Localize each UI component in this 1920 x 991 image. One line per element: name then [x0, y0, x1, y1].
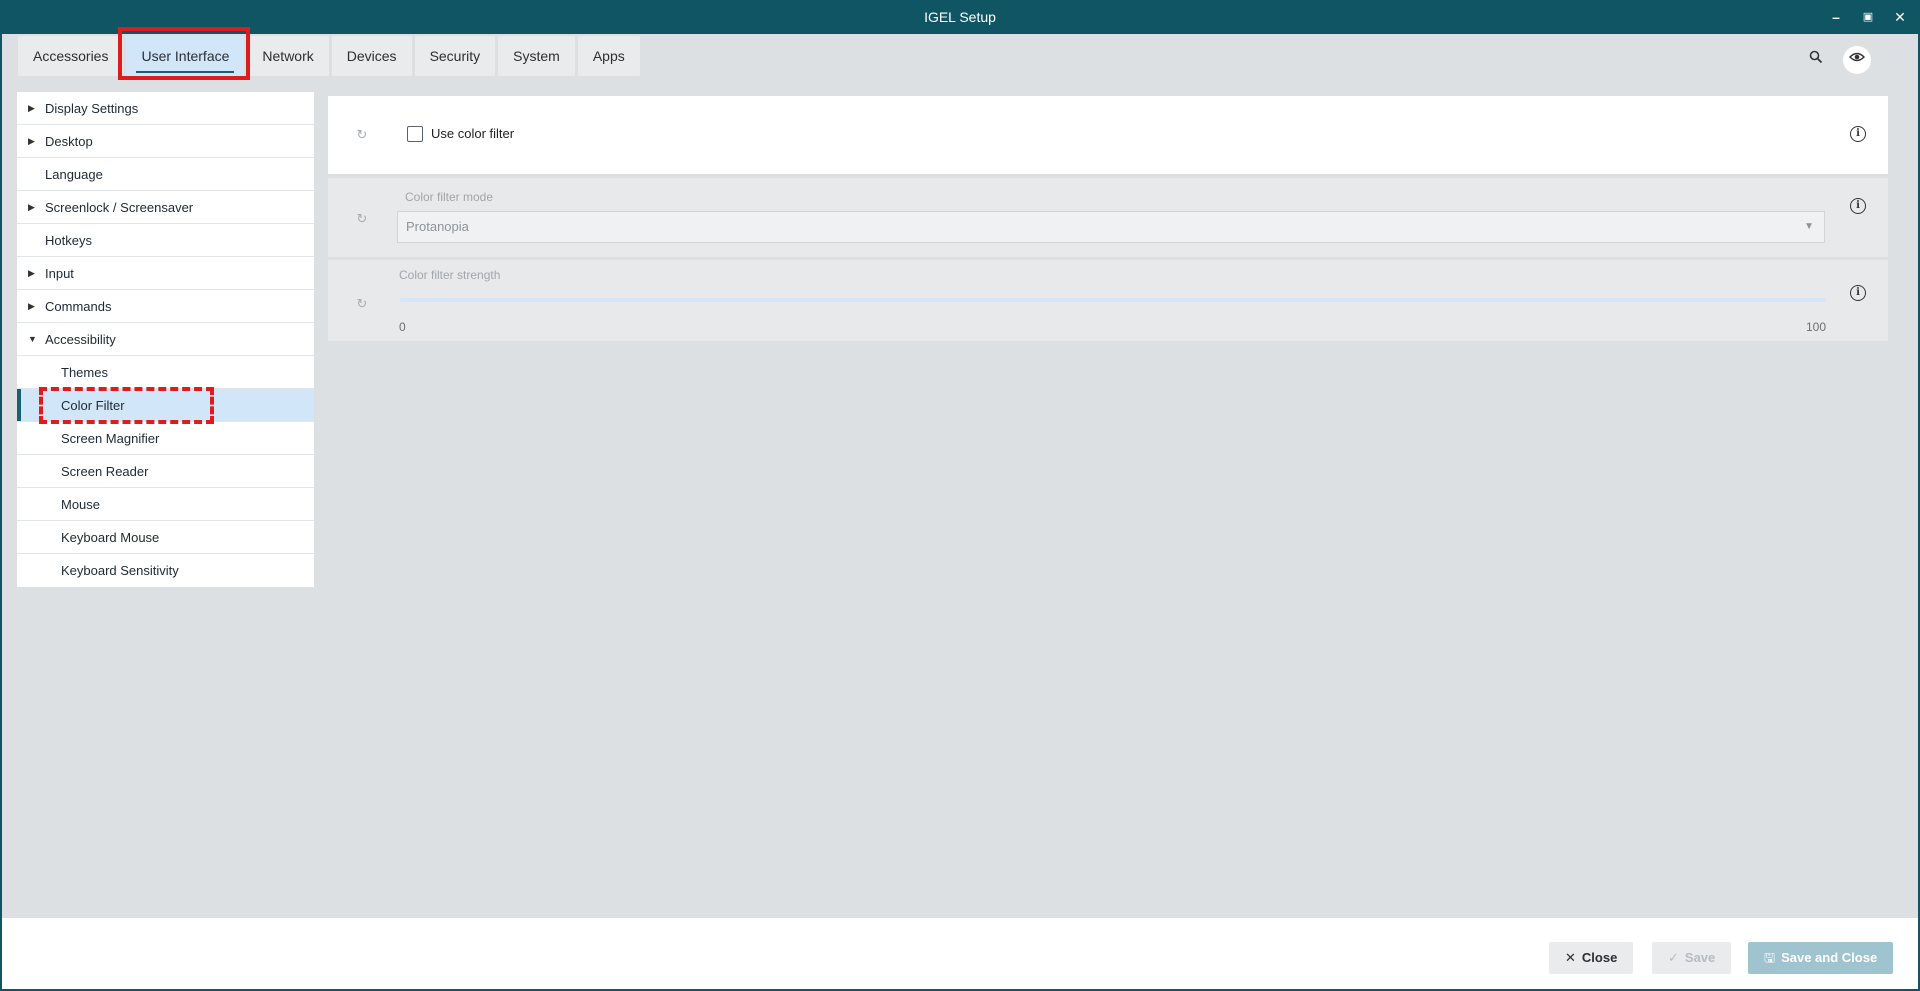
- restore-icon[interactable]: ▣: [1858, 7, 1878, 27]
- sidebar-item-label: Screen Magnifier: [61, 431, 160, 446]
- color-filter-strength-label: Color filter strength: [399, 268, 501, 282]
- minimize-icon[interactable]: –: [1826, 7, 1846, 27]
- chevron-down-icon: ▼: [28, 334, 37, 344]
- sidebar-item-screenlock[interactable]: ▶ Screenlock / Screensaver: [17, 191, 314, 224]
- checkmark-icon: ✓: [1668, 950, 1679, 965]
- sidebar-item-input[interactable]: ▶ Input: [17, 257, 314, 290]
- setting-color-filter-strength: ↻ Color filter strength 0 100 i: [328, 260, 1888, 341]
- tab-apps[interactable]: Apps: [577, 36, 640, 76]
- info-icon[interactable]: i: [1850, 285, 1866, 301]
- sidebar-item-language[interactable]: Language: [17, 158, 314, 191]
- tab-devices[interactable]: Devices: [331, 36, 412, 76]
- dropdown-caret-icon: ▼: [1804, 221, 1814, 232]
- slider-min-label: 0: [399, 320, 406, 334]
- close-x-icon: ✕: [1565, 950, 1576, 965]
- save-button[interactable]: ✓ Save: [1652, 942, 1732, 974]
- main-tabs: Accessories User Interface Network Devic…: [18, 36, 640, 76]
- setting-color-filter-mode: ↻ Color filter mode Protanopia ▼ i: [328, 178, 1888, 257]
- sidebar-item-keyboard-mouse[interactable]: Keyboard Mouse: [17, 521, 314, 554]
- save-and-close-label: Save and Close: [1781, 950, 1878, 965]
- sidebar-item-commands[interactable]: ▶ Commands: [17, 290, 314, 323]
- save-button-label: Save: [1684, 950, 1716, 965]
- sidebar-item-label: Themes: [61, 365, 108, 380]
- sidebar-item-accessibility[interactable]: ▼ Accessibility: [17, 323, 314, 356]
- sidebar-item-themes[interactable]: Themes: [17, 356, 314, 389]
- info-icon[interactable]: i: [1850, 198, 1866, 214]
- chevron-right-icon: ▶: [28, 136, 35, 146]
- chevron-right-icon: ▶: [28, 301, 35, 311]
- search-icon[interactable]: [1802, 46, 1830, 74]
- app-body: Accessories User Interface Network Devic…: [2, 27, 1918, 989]
- highlight-color-filter-item: [39, 387, 214, 424]
- tab-accessories[interactable]: Accessories: [18, 36, 124, 76]
- sidebar-item-label: Keyboard Mouse: [61, 530, 160, 545]
- sidebar: ▶ Display Settings ▶ Desktop Language ▶ Scr…: [17, 92, 314, 587]
- title-bar: IGEL Setup – ▣ ✕: [0, 0, 1920, 34]
- sidebar-item-label: Display Settings: [45, 101, 139, 116]
- sidebar-item-label: Commands: [45, 299, 112, 314]
- sidebar-item-label: Language: [45, 167, 103, 182]
- sidebar-item-hotkeys[interactable]: Hotkeys: [17, 224, 314, 257]
- use-color-filter-label: Use color filter: [431, 126, 515, 141]
- sidebar-item-screen-magnifier[interactable]: Screen Magnifier: [17, 422, 314, 455]
- floppy-disk-icon: 🖫: [1764, 950, 1776, 965]
- sidebar-item-mouse[interactable]: Mouse: [17, 488, 314, 521]
- tab-system[interactable]: System: [498, 36, 575, 76]
- tab-security[interactable]: Security: [414, 36, 496, 76]
- sidebar-item-label: Screen Reader: [61, 464, 149, 479]
- reset-icon[interactable]: ↻: [354, 127, 370, 143]
- use-color-filter-checkbox[interactable]: [407, 126, 423, 142]
- sidebar-item-label: Accessibility: [45, 332, 116, 347]
- sidebar-item-label: Mouse: [61, 497, 101, 512]
- close-icon[interactable]: ✕: [1890, 7, 1910, 27]
- sidebar-item-screen-reader[interactable]: Screen Reader: [17, 455, 314, 488]
- color-filter-strength-slider[interactable]: [400, 298, 1826, 302]
- sidebar-item-label: Input: [45, 266, 74, 281]
- sidebar-item-label: Screenlock / Screensaver: [45, 200, 194, 215]
- color-filter-mode-select[interactable]: Protanopia ▼: [397, 211, 1825, 243]
- sidebar-item-label: Hotkeys: [45, 233, 92, 248]
- chevron-right-icon: ▶: [28, 103, 35, 113]
- reset-icon[interactable]: ↻: [354, 211, 370, 227]
- highlight-user-interface-tab: [118, 27, 250, 80]
- footer-bar: ✕ Close ✓ Save 🖫 Save and Close: [2, 918, 1918, 989]
- tab-network[interactable]: Network: [247, 36, 329, 76]
- save-and-close-button[interactable]: 🖫 Save and Close: [1748, 942, 1894, 974]
- color-filter-mode-value: Protanopia: [406, 219, 469, 234]
- sidebar-item-desktop[interactable]: ▶ Desktop: [17, 125, 314, 158]
- sidebar-item-label: Keyboard Sensitivity: [61, 563, 179, 578]
- info-icon[interactable]: i: [1850, 126, 1866, 142]
- chevron-right-icon: ▶: [28, 202, 35, 212]
- close-button[interactable]: ✕ Close: [1549, 942, 1634, 974]
- window-title: IGEL Setup: [924, 9, 996, 25]
- eye-settings-icon[interactable]: [1843, 46, 1871, 74]
- setting-use-color-filter: ↻ Use color filter i: [328, 96, 1888, 174]
- color-filter-mode-label: Color filter mode: [405, 190, 494, 204]
- sidebar-item-display-settings[interactable]: ▶ Display Settings: [17, 92, 314, 125]
- slider-max-label: 100: [1806, 320, 1827, 334]
- reset-icon[interactable]: ↻: [354, 296, 370, 312]
- sidebar-item-label: Desktop: [45, 134, 93, 149]
- chevron-right-icon: ▶: [28, 268, 35, 278]
- close-button-label: Close: [1581, 950, 1618, 965]
- sidebar-item-keyboard-sensitivity[interactable]: Keyboard Sensitivity: [17, 554, 314, 587]
